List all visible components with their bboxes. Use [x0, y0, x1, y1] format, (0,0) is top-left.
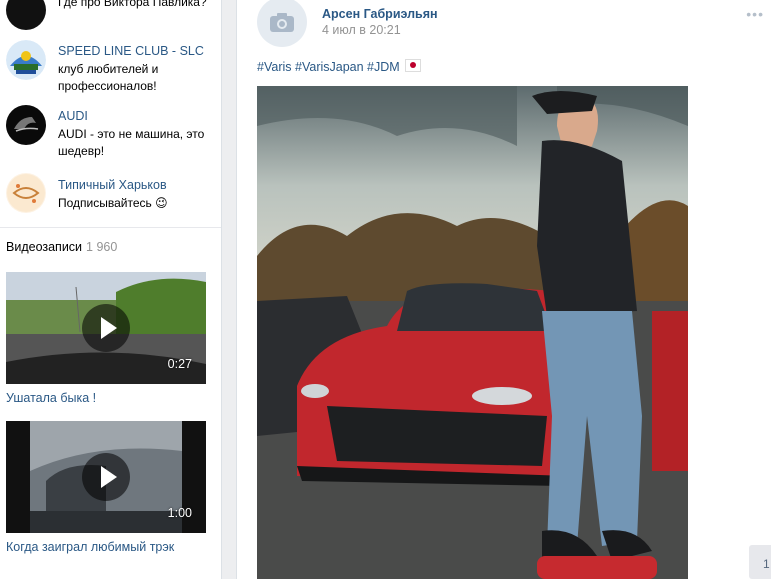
page-button[interactable]: 1: [749, 545, 771, 579]
videos-title[interactable]: Видеозаписи: [6, 240, 82, 254]
group-name[interactable]: SPEED LINE CLUB - SLC: [58, 43, 216, 59]
group-avatar[interactable]: [6, 0, 46, 30]
group-text: Где про Виктора Павлика?: [58, 0, 216, 11]
group-text: Типичный Харьков Подписывайтесь 😉: [58, 177, 216, 212]
camera-icon: [270, 13, 294, 32]
post-photo[interactable]: [257, 86, 688, 579]
group-name[interactable]: Типичный Харьков: [58, 177, 216, 193]
group-avatar[interactable]: [6, 173, 46, 213]
page-number: 1: [763, 557, 770, 571]
hashtag-link[interactable]: #JDM: [367, 60, 400, 74]
post-card: Арсен Габриэльян 4 июл в 20:21 ••• #Vari…: [236, 0, 771, 579]
group-avatar[interactable]: [6, 105, 46, 145]
group-text: SPEED LINE CLUB - SLC клуб любителей и п…: [58, 43, 216, 95]
video-duration: 0:27: [167, 357, 192, 371]
video-thumbnail[interactable]: 0:27: [6, 272, 206, 384]
group-description: клуб любителей и профессионалов!: [58, 62, 159, 93]
section-divider: [0, 227, 221, 228]
group-description: AUDI - это не машина, это шедевр!: [58, 127, 205, 158]
group-avatar[interactable]: [6, 40, 46, 80]
japan-flag-icon: [405, 59, 422, 72]
group-description: Подписывайтесь 😉: [58, 196, 168, 210]
group-text: AUDI AUDI - это не машина, это шедевр!: [58, 108, 216, 160]
video-thumbnail[interactable]: 1:00: [6, 421, 206, 533]
video-title[interactable]: Ушатала быка !: [6, 391, 96, 405]
post-author[interactable]: Арсен Габриэльян: [322, 7, 438, 21]
hashtag-link[interactable]: #Varis: [257, 60, 292, 74]
post-date[interactable]: 4 июл в 20:21: [322, 23, 401, 37]
group-name[interactable]: AUDI: [58, 108, 216, 124]
author-avatar[interactable]: [257, 0, 307, 47]
videos-header[interactable]: Видеозаписи 1 960: [6, 240, 117, 254]
hashtag-link[interactable]: #VarisJapan: [295, 60, 364, 74]
play-icon[interactable]: [82, 304, 130, 352]
more-options-icon[interactable]: •••: [746, 6, 764, 22]
photo-car-and-man: [257, 86, 688, 579]
video-title[interactable]: Когда заиграл любимый трэк: [6, 540, 174, 554]
video-duration: 1:00: [167, 506, 192, 520]
post-hashtags: #Varis #VarisJapan #JDM: [257, 59, 422, 74]
play-icon[interactable]: [82, 453, 130, 501]
group-description: Где про Виктора Павлика?: [58, 0, 207, 9]
videos-count: 1 960: [86, 240, 118, 254]
left-column: Где про Виктора Павлика? SPEED LINE CLUB…: [0, 0, 222, 579]
